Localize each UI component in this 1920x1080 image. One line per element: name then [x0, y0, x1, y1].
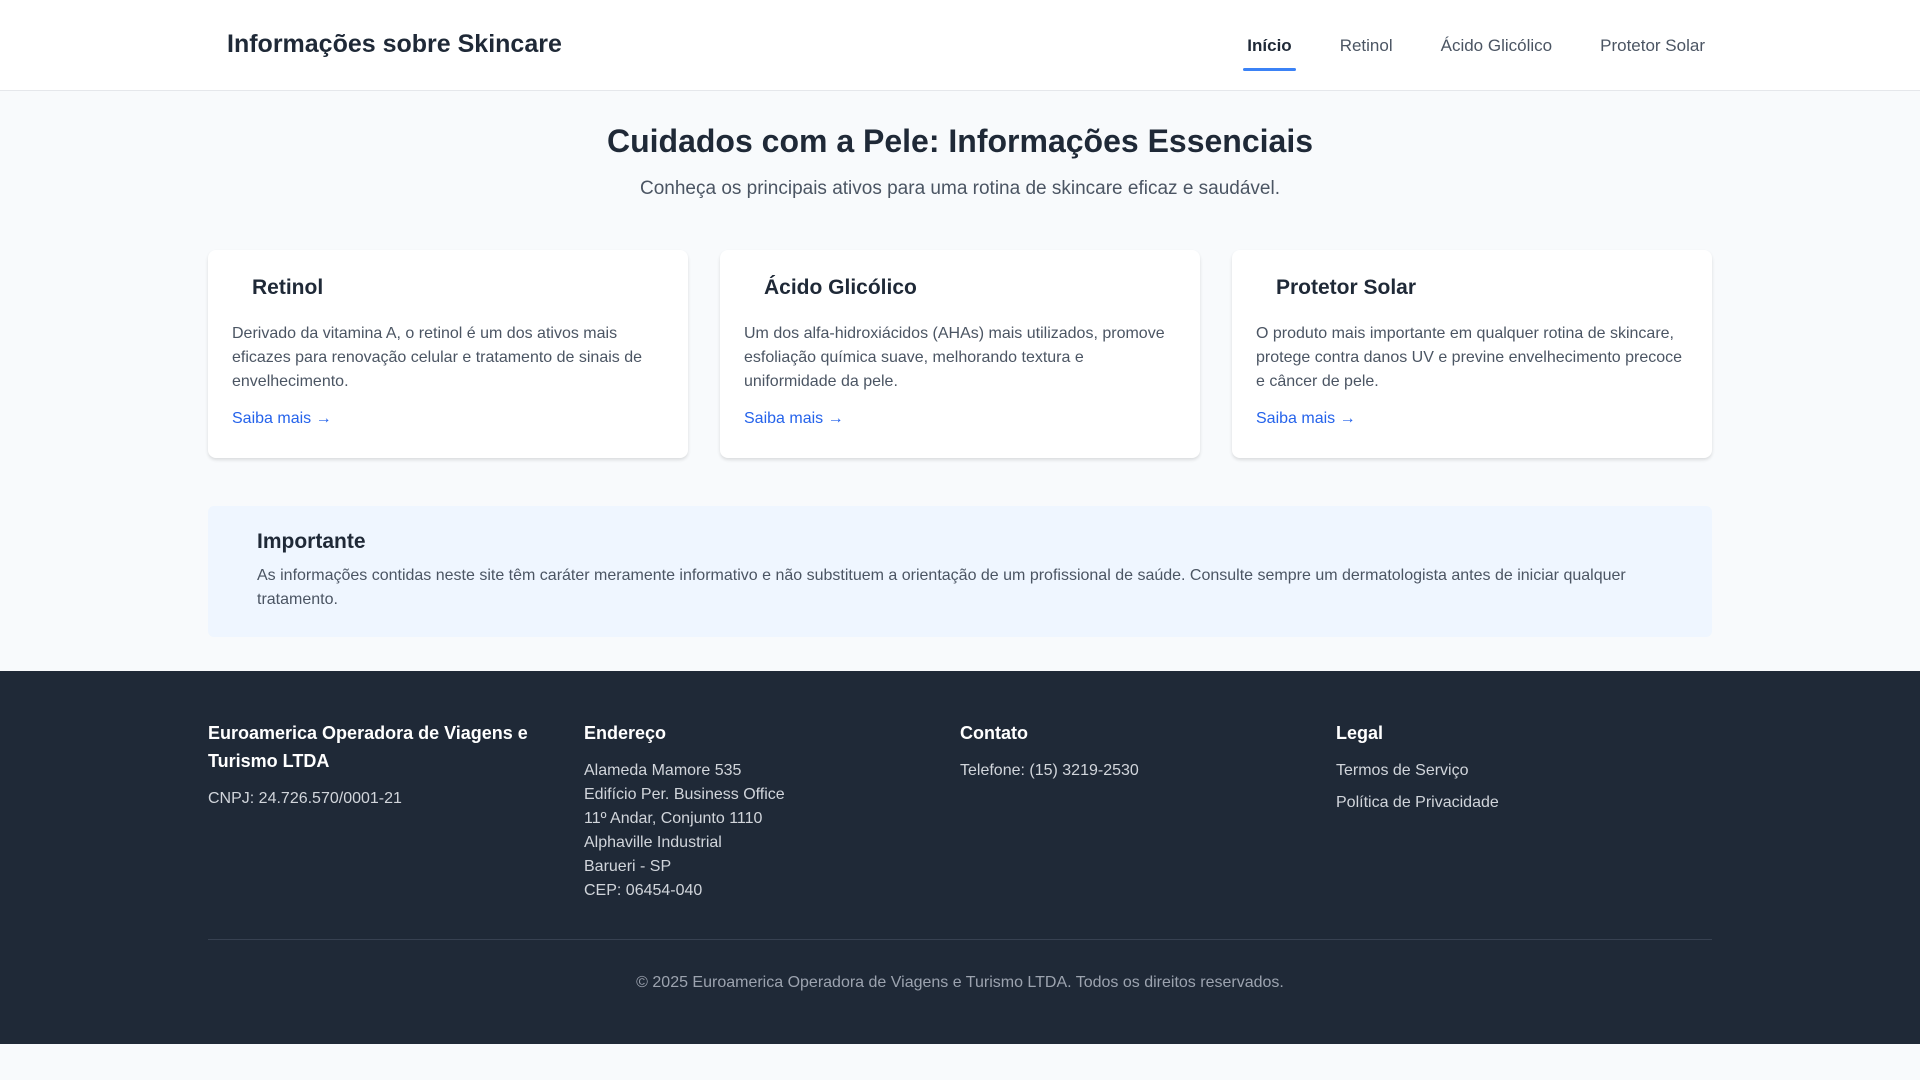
footer-legal-title: Legal [1336, 723, 1384, 743]
terms-link[interactable]: Termos de Serviço [1336, 759, 1672, 783]
address-line: Barueri - SP [584, 858, 672, 875]
card-text: Um dos alfa-hidroxiácidos (AHAs) mais ut… [744, 325, 1165, 390]
address-line: Alphaville Industrial [584, 834, 722, 851]
site-footer: Euroamerica Operadora de Viagens e Turis… [0, 671, 1920, 1044]
footer-contact: Contato Telefone: (15) 3219-2530 [960, 719, 1336, 903]
footer-company: Euroamerica Operadora de Viagens e Turis… [208, 719, 584, 903]
card-link-retinol[interactable]: Saiba mais → [232, 410, 332, 428]
notice-title: Importante [257, 530, 366, 553]
info-cards: Retinol Derivado da vitamina A, o retino… [208, 250, 1712, 458]
notice-text: As informações contidas neste site têm c… [257, 567, 1626, 608]
card-retinol: Retinol Derivado da vitamina A, o retino… [208, 250, 688, 458]
privacy-link[interactable]: Política de Privacidade [1336, 791, 1672, 815]
card-title: Retinol [252, 276, 324, 299]
address-line: CEP: 06454-040 [584, 882, 703, 899]
hero-section: Cuidados com a Pele: Informações Essenci… [0, 91, 1920, 200]
card-link-acido-glicolico[interactable]: Saiba mais → [744, 410, 844, 428]
address-line: Alameda Mamore 535 [584, 762, 742, 779]
footer-copyright: © 2025 Euroamerica Operadora de Viagens … [208, 939, 1712, 992]
site-brand[interactable]: Informações sobre Skincare [227, 30, 562, 59]
page-subtitle: Conheça os principais ativos para uma ro… [639, 178, 1281, 199]
nav-item-protetor-solar[interactable]: Protetor Solar [1596, 32, 1709, 60]
footer-address-lines: Alameda Mamore 535 Edifício Per. Busines… [584, 759, 920, 903]
footer-cnpj: CNPJ: 24.726.570/0001-21 [208, 790, 402, 807]
footer-contact-title: Contato [960, 723, 1028, 743]
footer-address: Endereço Alameda Mamore 535 Edifício Per… [584, 719, 960, 903]
card-text: Derivado da vitamina A, o retinol é um d… [232, 325, 643, 390]
page-title: Cuidados com a Pele: Informações Essenci… [606, 123, 1314, 159]
footer-address-title: Endereço [584, 723, 667, 743]
card-text: O produto mais importante em qualquer ro… [1256, 325, 1683, 390]
address-line: 11º Andar, Conjunto 1110 [584, 810, 763, 827]
nav-item-retinol[interactable]: Retinol [1336, 32, 1397, 60]
notice-box: Importante As informações contidas neste… [208, 506, 1712, 637]
card-protetor-solar: Protetor Solar O produto mais importante… [1232, 250, 1712, 458]
footer-phone: Telefone: (15) 3219-2530 [960, 762, 1139, 779]
nav-item-acido-glicolico[interactable]: Ácido Glicólico [1437, 32, 1557, 60]
nav-item-inicio[interactable]: Início [1243, 32, 1297, 71]
card-title: Ácido Glicólico [764, 276, 917, 299]
address-line: Edifício Per. Business Office [584, 786, 785, 803]
card-acido-glicolico: Ácido Glicólico Um dos alfa-hidroxiácido… [720, 250, 1200, 458]
footer-company-name: Euroamerica Operadora de Viagens e Turis… [208, 723, 528, 771]
card-link-protetor-solar[interactable]: Saiba mais → [1256, 410, 1356, 428]
footer-legal: Legal Termos de Serviço Política de Priv… [1336, 719, 1712, 903]
main-nav: Início Retinol Ácido Glicólico Protetor … [1243, 0, 1709, 91]
site-header: Informações sobre Skincare Início Retino… [0, 0, 1920, 91]
card-title: Protetor Solar [1276, 276, 1417, 299]
